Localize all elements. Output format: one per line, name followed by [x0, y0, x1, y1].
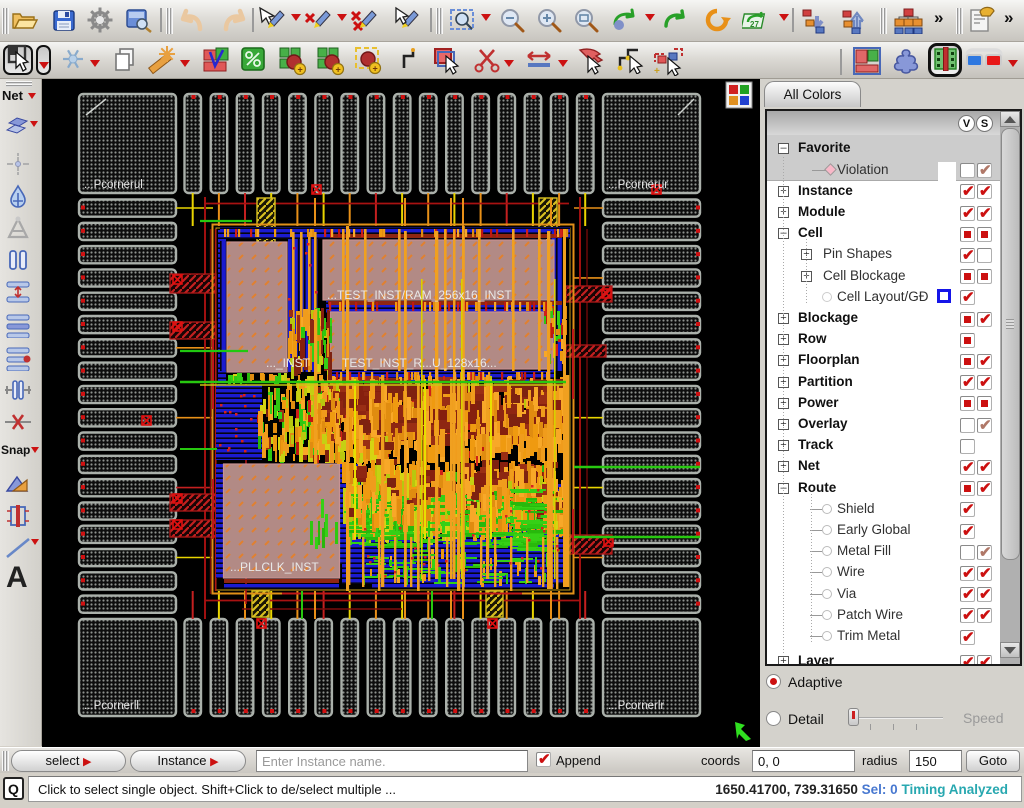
- svg-text:+: +: [336, 65, 341, 75]
- svg-text:...Pcornerlr: ...Pcornerlr: [608, 700, 664, 712]
- svg-text:+: +: [298, 65, 303, 75]
- svg-text:..._INST: ..._INST: [266, 356, 311, 370]
- svg-text:...PLLCLK_INST: ...PLLCLK_INST: [230, 560, 319, 574]
- svg-text:27: 27: [750, 20, 759, 29]
- svg-text:...TEST_INST/RAM_256x16_INST: ...TEST_INST/RAM_256x16_INST: [327, 288, 512, 302]
- svg-text:+: +: [373, 64, 378, 74]
- svg-text:+: +: [654, 66, 660, 76]
- svg-text:TEST_INST_R...U_128x16...: TEST_INST_R...U_128x16...: [342, 356, 497, 370]
- svg-text:...Pcornerur: ...Pcornerur: [608, 179, 668, 191]
- svg-text:...Pcornerul: ...Pcornerul: [84, 179, 143, 191]
- svg-text:...Pcornerll: ...Pcornerll: [84, 700, 139, 712]
